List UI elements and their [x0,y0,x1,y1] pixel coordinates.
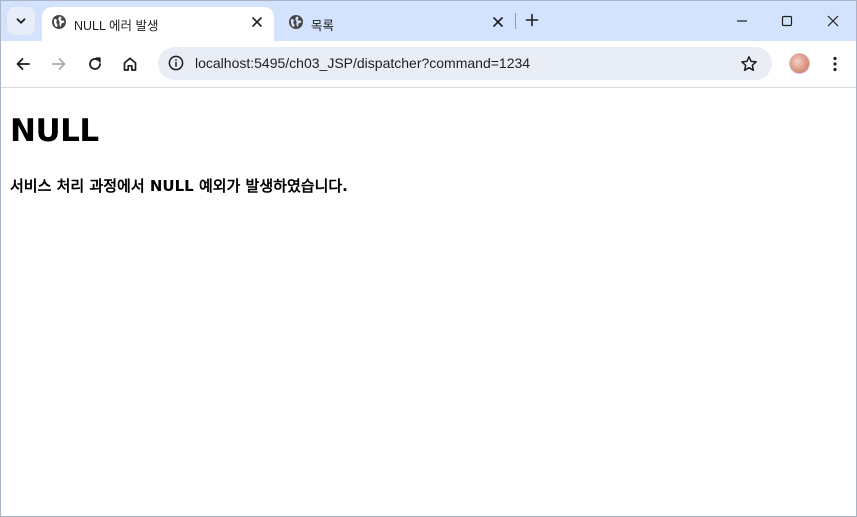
close-icon[interactable] [489,13,507,31]
info-icon[interactable] [164,51,188,75]
address-bar[interactable]: localhost:5495/ch03_JSP/dispatcher?comma… [158,47,772,80]
maximize-button[interactable] [765,7,809,35]
arrow-right-icon [51,56,67,72]
globe-icon [288,14,304,30]
star-icon[interactable] [738,53,760,75]
reload-button[interactable] [81,50,109,78]
forward-button[interactable] [45,50,73,78]
plus-icon [525,13,539,27]
chevron-down-icon [15,15,27,27]
page-content: NULL 서비스 처리 과정에서 NULL 예외가 발생하였습니다. [1,88,856,516]
tab-divider [515,13,516,29]
home-icon [122,56,138,72]
error-message: 서비스 처리 과정에서 NULL 예외가 발생하였습니다. [10,177,348,195]
url-text[interactable]: localhost:5495/ch03_JSP/dispatcher?comma… [195,55,530,71]
maximize-icon [781,15,793,27]
page-title: NULL [10,113,99,149]
minimize-button[interactable] [720,7,764,35]
reload-icon [87,56,103,72]
back-button[interactable] [9,50,37,78]
tab-null-error[interactable]: NULL 에러 발생 [42,7,274,41]
avatar[interactable] [789,53,810,74]
menu-button[interactable] [823,51,847,77]
tab-title: NULL 에러 발생 [74,19,159,33]
tab-search-button[interactable] [7,7,35,35]
tab-title: 목록 [311,19,335,33]
kebab-menu-icon [833,56,837,72]
tab-strip: NULL 에러 발생 목록 [1,1,856,41]
close-icon [827,15,839,27]
browser-toolbar: localhost:5495/ch03_JSP/dispatcher?comma… [1,41,856,88]
close-window-button[interactable] [811,7,855,35]
arrow-left-icon [15,56,31,72]
minimize-icon [736,15,748,27]
tab-list[interactable]: 목록 [279,7,515,41]
home-button[interactable] [116,50,144,78]
globe-icon [51,14,67,30]
new-tab-button[interactable] [521,9,543,31]
close-icon[interactable] [248,13,266,31]
browser-window: NULL 에러 발생 목록 localhost:5495/ch03_JSP/di… [0,0,857,517]
